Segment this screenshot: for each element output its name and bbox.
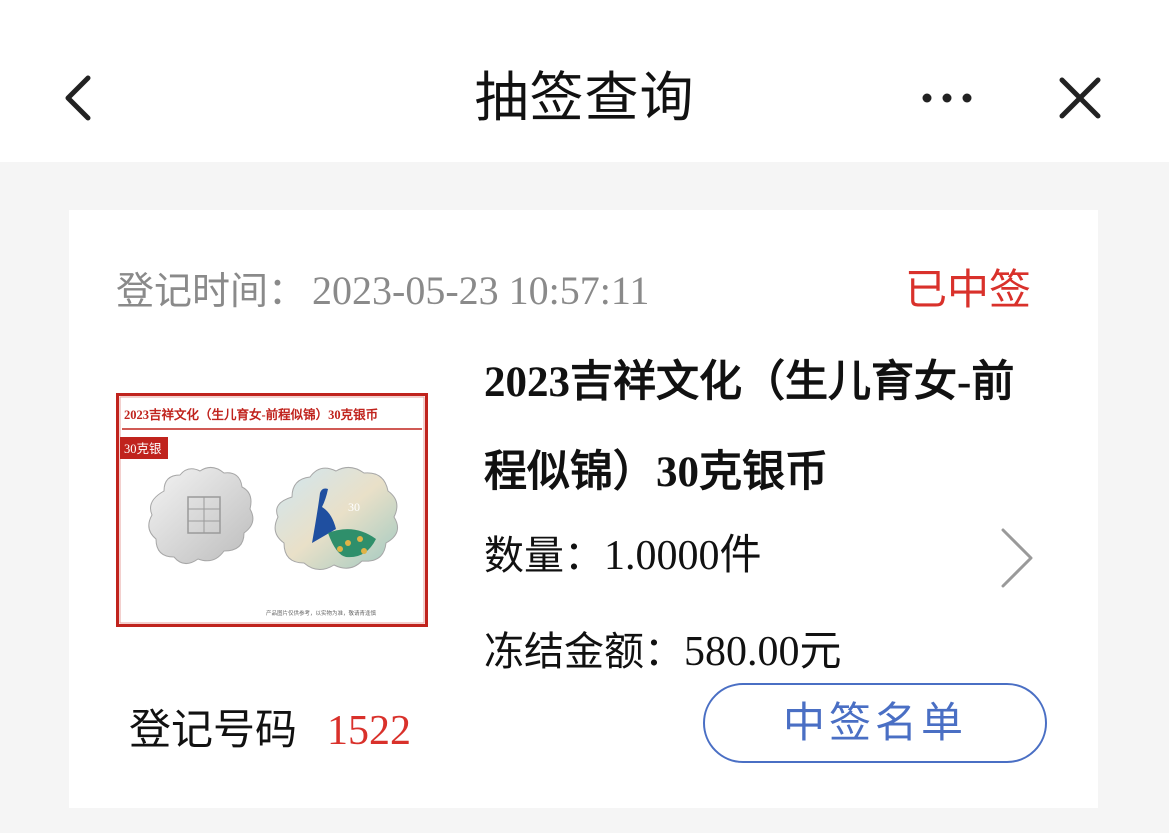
close-button[interactable]	[1050, 66, 1110, 130]
thumbnail-banner-text: 2023吉祥文化（生儿育女-前程似锦）30克银币	[124, 407, 378, 422]
status-badge: 已中签	[904, 265, 1031, 314]
registration-number-label: 登记号码	[129, 705, 298, 754]
page-title: 抽签查询	[474, 66, 695, 129]
product-thumbnail[interactable]: 2023吉祥文化（生儿育女-前程似锦）30克银币 30克银 30 产品图片仅供参…	[116, 393, 428, 627]
frozen-amount-row: 冻结金额：580.00元	[484, 624, 842, 680]
registration-time: 登记时间： 2023-05-23 10:57:11	[116, 266, 649, 316]
more-dots-icon	[922, 93, 972, 103]
frozen-amount-label: 冻结金额：	[484, 629, 684, 675]
winners-list-button[interactable]: 中签名单	[703, 683, 1047, 763]
chevron-right-icon[interactable]	[995, 526, 1039, 590]
more-button[interactable]	[912, 70, 982, 126]
quantity-row: 数量：1.0000件	[484, 528, 762, 584]
close-icon	[1059, 77, 1101, 119]
quantity-label: 数量：	[484, 533, 604, 579]
thumbnail-footnote: 产品图片仅供参考，以实物为准，敬请青逢慎	[266, 609, 377, 617]
frozen-amount-value: 580.00元	[684, 629, 842, 675]
navigation-bar: 抽签查询	[0, 0, 1169, 162]
registration-number: 登记号码 1522	[129, 702, 411, 759]
svg-text:30: 30	[348, 500, 360, 514]
lottery-record-card[interactable]: 登记时间： 2023-05-23 10:57:11 已中签 2023吉祥文化（生儿…	[69, 210, 1098, 808]
registration-time-label: 登记时间：	[116, 269, 307, 313]
thumbnail-badge-text: 30克银	[124, 442, 162, 456]
product-title[interactable]: 2023吉祥文化（生儿育女-前程似锦）30克银币	[484, 338, 1044, 518]
registration-time-value: 2023-05-23 10:57:11	[312, 268, 650, 313]
registration-number-value: 1522	[327, 708, 412, 754]
quantity-value: 1.0000件	[604, 533, 762, 579]
